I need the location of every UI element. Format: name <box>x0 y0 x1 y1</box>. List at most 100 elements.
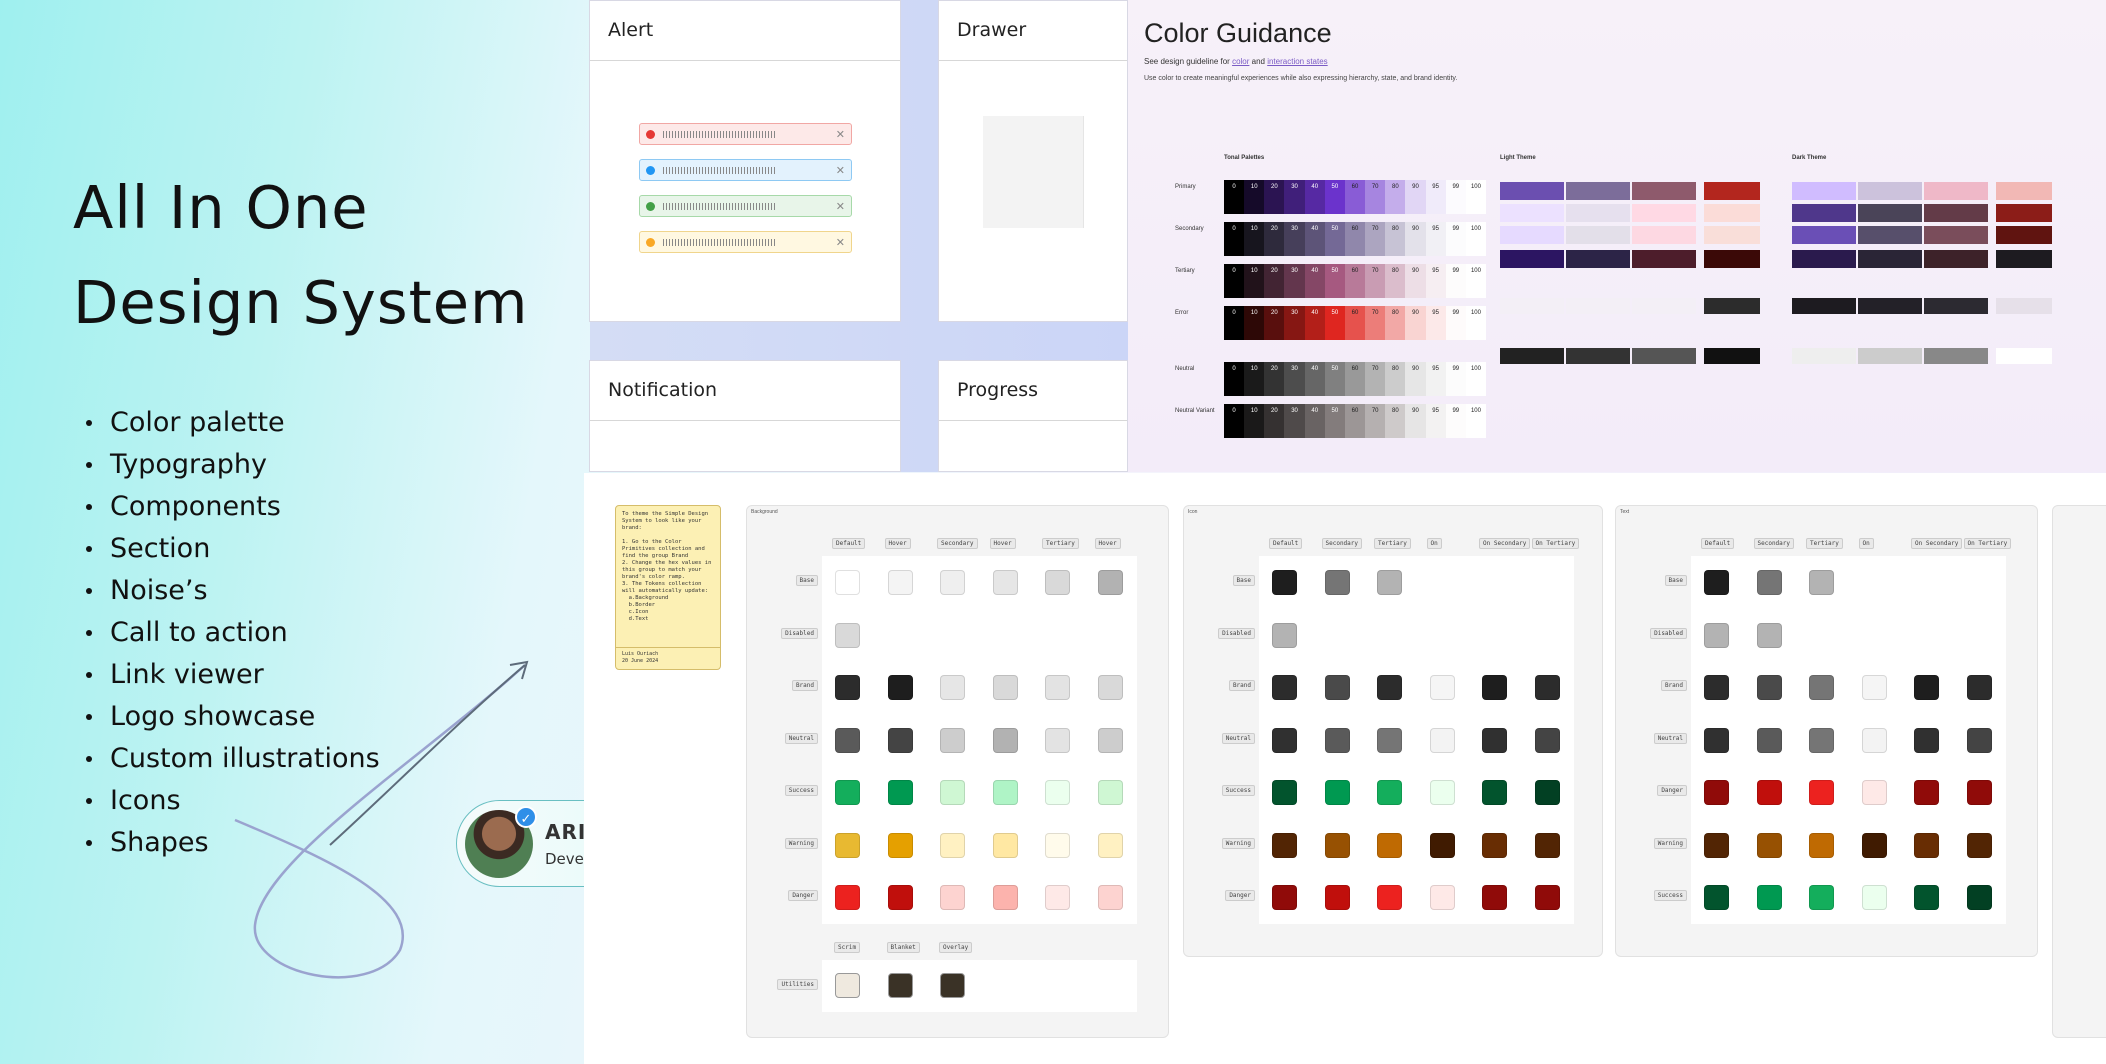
color-token-swatch[interactable] <box>1377 780 1402 805</box>
color-token-swatch[interactable] <box>835 833 860 858</box>
color-token-swatch[interactable] <box>888 885 913 910</box>
color-token-swatch[interactable] <box>888 728 913 753</box>
color-token-swatch[interactable] <box>1704 780 1729 805</box>
color-token-swatch[interactable] <box>835 885 860 910</box>
color-token-swatch[interactable] <box>1098 728 1123 753</box>
color-token-swatch[interactable] <box>1967 780 1992 805</box>
color-token-swatch[interactable] <box>1272 728 1297 753</box>
color-token-swatch[interactable] <box>1914 780 1939 805</box>
color-token-swatch[interactable] <box>1967 833 1992 858</box>
color-token-swatch[interactable] <box>940 728 965 753</box>
color-token-swatch[interactable] <box>1967 675 1992 700</box>
color-token-swatch[interactable] <box>1377 728 1402 753</box>
color-token-swatch[interactable] <box>835 675 860 700</box>
close-icon[interactable]: ✕ <box>836 236 845 249</box>
color-token-swatch[interactable] <box>1098 885 1123 910</box>
color-token-swatch[interactable] <box>1704 623 1729 648</box>
color-token-swatch[interactable] <box>1482 728 1507 753</box>
color-token-swatch[interactable] <box>1377 675 1402 700</box>
color-token-swatch[interactable] <box>993 675 1018 700</box>
color-token-swatch[interactable] <box>835 728 860 753</box>
color-token-swatch[interactable] <box>1704 728 1729 753</box>
color-token-swatch[interactable] <box>1325 885 1350 910</box>
color-token-swatch[interactable] <box>1757 728 1782 753</box>
color-token-swatch[interactable] <box>1535 675 1560 700</box>
color-token-swatch[interactable] <box>1535 833 1560 858</box>
color-token-swatch[interactable] <box>1430 780 1455 805</box>
color-token-swatch[interactable] <box>1757 675 1782 700</box>
color-token-swatch[interactable] <box>1377 570 1402 595</box>
color-token-swatch[interactable] <box>1045 780 1070 805</box>
color-token-swatch[interactable] <box>1914 885 1939 910</box>
color-token-swatch[interactable] <box>888 780 913 805</box>
color-token-swatch[interactable] <box>835 780 860 805</box>
color-token-swatch[interactable] <box>888 675 913 700</box>
color-token-swatch[interactable] <box>1809 885 1834 910</box>
color-token-swatch[interactable] <box>1809 780 1834 805</box>
color-token-swatch[interactable] <box>1098 780 1123 805</box>
color-token-swatch[interactable] <box>1325 780 1350 805</box>
color-token-swatch[interactable] <box>1862 675 1887 700</box>
color-token-swatch[interactable] <box>1272 885 1297 910</box>
color-token-swatch[interactable] <box>1914 833 1939 858</box>
utility-swatch[interactable] <box>940 973 965 998</box>
color-token-swatch[interactable] <box>1325 570 1350 595</box>
color-token-swatch[interactable] <box>1272 623 1297 648</box>
color-token-swatch[interactable] <box>940 885 965 910</box>
color-token-swatch[interactable] <box>1809 570 1834 595</box>
color-token-swatch[interactable] <box>1325 675 1350 700</box>
color-token-swatch[interactable] <box>1430 675 1455 700</box>
color-token-swatch[interactable] <box>1098 833 1123 858</box>
color-token-swatch[interactable] <box>1967 885 1992 910</box>
close-icon[interactable]: ✕ <box>836 128 845 141</box>
color-token-swatch[interactable] <box>1757 780 1782 805</box>
color-token-swatch[interactable] <box>993 570 1018 595</box>
utility-swatch[interactable] <box>888 973 913 998</box>
close-icon[interactable]: ✕ <box>836 164 845 177</box>
color-token-swatch[interactable] <box>1535 780 1560 805</box>
color-token-swatch[interactable] <box>1704 570 1729 595</box>
interaction-states-link[interactable]: interaction states <box>1267 57 1327 66</box>
color-token-swatch[interactable] <box>1325 728 1350 753</box>
color-token-swatch[interactable] <box>1809 833 1834 858</box>
color-token-swatch[interactable] <box>1757 833 1782 858</box>
color-token-swatch[interactable] <box>1862 833 1887 858</box>
color-token-swatch[interactable] <box>1377 833 1402 858</box>
color-token-swatch[interactable] <box>1272 780 1297 805</box>
color-token-swatch[interactable] <box>1045 570 1070 595</box>
color-token-swatch[interactable] <box>1272 833 1297 858</box>
color-token-swatch[interactable] <box>940 833 965 858</box>
color-token-swatch[interactable] <box>1704 833 1729 858</box>
color-token-swatch[interactable] <box>993 833 1018 858</box>
color-token-swatch[interactable] <box>1430 885 1455 910</box>
color-token-swatch[interactable] <box>940 570 965 595</box>
color-token-swatch[interactable] <box>1914 728 1939 753</box>
color-token-swatch[interactable] <box>940 780 965 805</box>
color-token-swatch[interactable] <box>1482 885 1507 910</box>
color-token-swatch[interactable] <box>835 623 860 648</box>
color-token-swatch[interactable] <box>1377 885 1402 910</box>
utility-swatch[interactable] <box>835 973 860 998</box>
color-token-swatch[interactable] <box>1098 570 1123 595</box>
color-token-swatch[interactable] <box>1482 833 1507 858</box>
color-token-swatch[interactable] <box>1704 885 1729 910</box>
color-token-swatch[interactable] <box>1809 728 1834 753</box>
color-token-swatch[interactable] <box>1757 623 1782 648</box>
color-token-swatch[interactable] <box>1430 833 1455 858</box>
color-token-swatch[interactable] <box>1535 728 1560 753</box>
color-token-swatch[interactable] <box>993 780 1018 805</box>
color-token-swatch[interactable] <box>888 833 913 858</box>
color-token-swatch[interactable] <box>1704 675 1729 700</box>
color-token-swatch[interactable] <box>1862 780 1887 805</box>
color-token-swatch[interactable] <box>1045 675 1070 700</box>
close-icon[interactable]: ✕ <box>836 200 845 213</box>
color-token-swatch[interactable] <box>1862 885 1887 910</box>
color-token-swatch[interactable] <box>1325 833 1350 858</box>
color-token-swatch[interactable] <box>1045 885 1070 910</box>
color-link[interactable]: color <box>1232 57 1249 66</box>
color-token-swatch[interactable] <box>1272 570 1297 595</box>
color-token-swatch[interactable] <box>993 885 1018 910</box>
color-token-swatch[interactable] <box>1045 833 1070 858</box>
color-token-swatch[interactable] <box>1045 728 1070 753</box>
color-token-swatch[interactable] <box>835 570 860 595</box>
